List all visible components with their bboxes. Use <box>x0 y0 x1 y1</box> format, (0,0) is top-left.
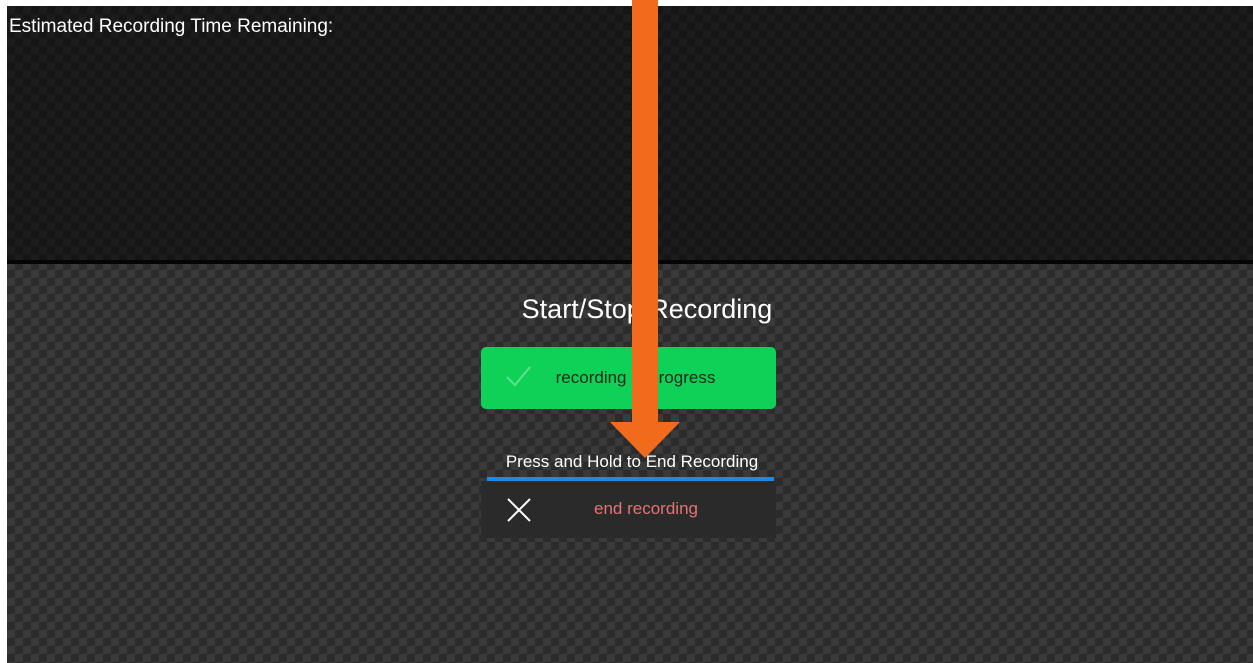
close-icon <box>507 498 531 522</box>
section-title: Start/Stop Recording <box>521 294 773 324</box>
check-icon <box>506 366 531 387</box>
end-recording-button[interactable]: end recording <box>481 481 776 538</box>
recording-status-label: recording in progress <box>555 368 716 387</box>
end-recording-label: end recording <box>594 499 698 518</box>
time-remaining-label: Estimated Recording Time Remaining: <box>9 16 334 37</box>
hold-instruction-label: Press and Hold to End Recording <box>505 452 759 471</box>
app-frame: Estimated Recording Time Remaining: Star… <box>7 6 1253 663</box>
recording-status-button[interactable]: recording in progress <box>481 347 776 409</box>
recording-time-panel: Estimated Recording Time Remaining: <box>7 6 1253 264</box>
